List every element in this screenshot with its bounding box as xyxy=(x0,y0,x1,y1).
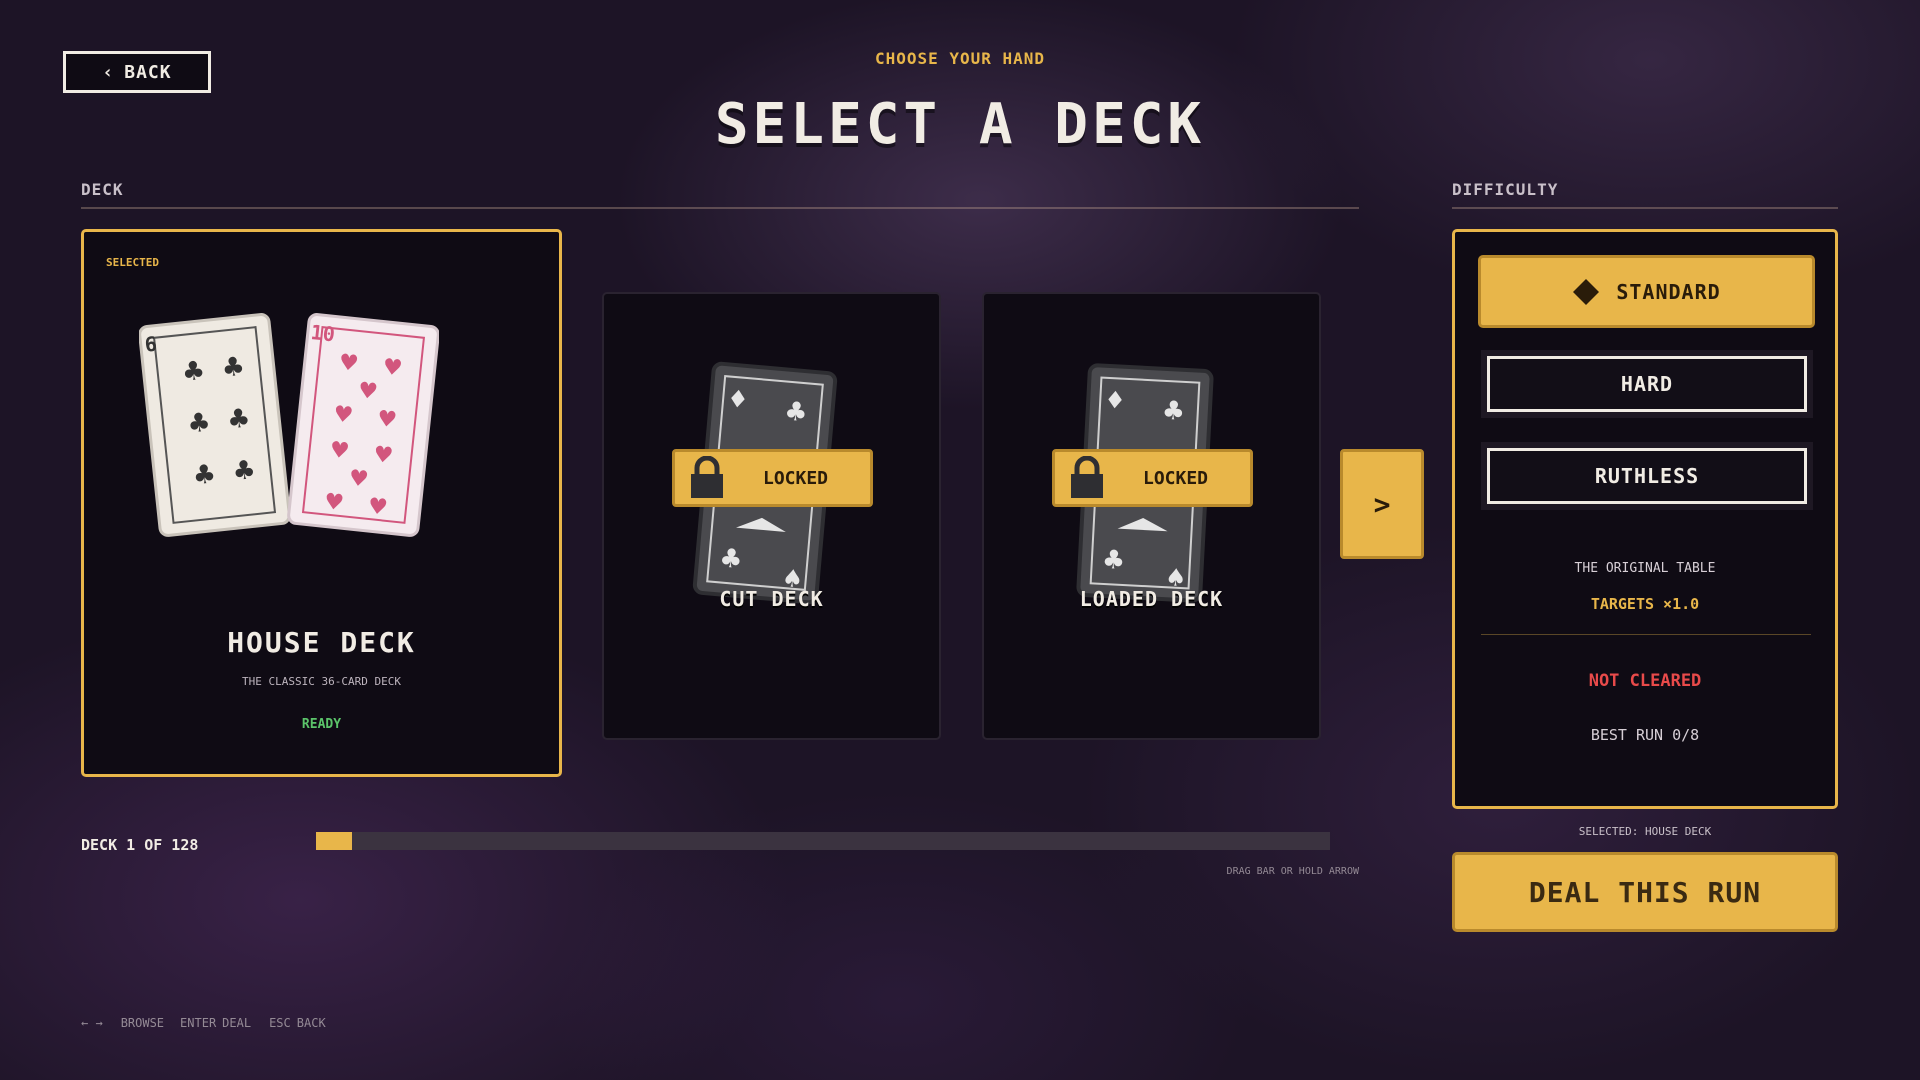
locked-label: Locked xyxy=(1142,467,1209,489)
card-left-rank: 6 xyxy=(144,332,158,357)
browse-hint: Browse xyxy=(120,1016,165,1030)
deal-hint: Deal xyxy=(222,1016,252,1030)
svg-text:♦: ♦ xyxy=(1104,386,1127,415)
svg-text:♣: ♣ xyxy=(226,403,252,435)
difficulty-hard-button[interactable]: Hard xyxy=(1487,356,1807,412)
difficulty-label: Hard xyxy=(1620,372,1674,396)
deck-section-label: Deck xyxy=(81,180,124,199)
difficulty-section-label: Difficulty xyxy=(1452,180,1559,199)
svg-text:♣: ♣ xyxy=(718,543,744,575)
svg-text:♥: ♥ xyxy=(367,494,389,521)
difficulty-ruthless-button[interactable]: Ruthless xyxy=(1487,448,1807,504)
difficulty-standard-button[interactable]: Standard xyxy=(1478,255,1815,328)
scroll-hint: Drag bar or hold arrow xyxy=(1226,866,1359,877)
next-deck-button[interactable]: > xyxy=(1340,449,1424,559)
svg-text:♥: ♥ xyxy=(357,378,379,405)
svg-text:♣: ♣ xyxy=(186,407,212,439)
selected-badge: Selected xyxy=(106,256,159,269)
svg-text:♦: ♦ xyxy=(726,384,750,414)
controls-hint: ← → Browse Enter Deal Esc Back xyxy=(81,1016,326,1030)
locked-banner: Locked xyxy=(672,449,873,507)
svg-text:♣: ♣ xyxy=(180,356,206,388)
svg-text:♣: ♣ xyxy=(1161,396,1186,427)
svg-text:♥: ♥ xyxy=(332,402,354,429)
svg-text:♥: ♥ xyxy=(376,406,398,433)
svg-text:♥: ♥ xyxy=(323,489,345,516)
difficulty-panel: Standard Hard Ruthless The original tabl… xyxy=(1452,229,1838,809)
difficulty-label: Standard xyxy=(1616,279,1721,304)
deck-scroll-bar[interactable] xyxy=(316,832,1330,850)
padlock-icon xyxy=(691,456,723,498)
deck-card-loaded[interactable]: ♦ ♣ ♣ ♠ Locked Loaded Deck xyxy=(982,292,1321,740)
deck-card-house[interactable]: Selected 6 ♣ ♣ ♣ ♣ ♣ ♣ 10 ♥ ♥ ♥ ♥ ♥ ♥ ♥ … xyxy=(81,229,562,777)
svg-text:♣: ♣ xyxy=(1101,545,1126,576)
arrow-keys-icon: ← → xyxy=(81,1016,103,1030)
deck-position-label: Deck 1 of 128 xyxy=(81,836,199,854)
clear-status: Not cleared xyxy=(1588,671,1702,691)
svg-text:♣: ♣ xyxy=(783,396,809,428)
deck-status: Ready xyxy=(301,717,342,732)
locked-label: Locked xyxy=(762,467,829,489)
deck-name: Cut Deck xyxy=(719,587,824,611)
svg-text:♥: ♥ xyxy=(381,355,403,382)
padlock-icon xyxy=(1071,456,1103,498)
locked-banner: Locked xyxy=(1052,449,1253,507)
difficulty-description: The original table xyxy=(1574,561,1716,576)
difficulty-targets: Targets ×1.0 xyxy=(1590,595,1700,613)
svg-text:♣: ♣ xyxy=(220,352,246,384)
back-hint: Back xyxy=(296,1016,326,1030)
svg-text:♣: ♣ xyxy=(231,455,257,487)
svg-text:♥: ♥ xyxy=(328,438,350,465)
deck-card-cut[interactable]: ♦ ♣ ♣ ♠ Locked Cut Deck xyxy=(602,292,941,740)
diamond-icon xyxy=(1573,278,1600,305)
selected-deck-note: Selected: House Deck xyxy=(1578,825,1712,838)
page-title: Select a Deck xyxy=(714,92,1206,157)
difficulty-divider xyxy=(1452,207,1838,209)
difficulty-inner-divider xyxy=(1481,634,1811,635)
difficulty-label: Ruthless xyxy=(1594,464,1700,488)
enter-key-hint: Enter xyxy=(180,1016,217,1030)
deck-name: House Deck xyxy=(227,626,416,659)
deal-label: Deal this run xyxy=(1528,875,1762,909)
svg-text:♥: ♥ xyxy=(348,466,370,493)
svg-text:♥: ♥ xyxy=(372,442,394,469)
deck-name: Loaded Deck xyxy=(1079,587,1224,611)
chevron-right-icon: > xyxy=(1373,487,1391,521)
svg-text:♥: ♥ xyxy=(338,350,360,377)
deck-section-divider xyxy=(81,207,1359,209)
deck-scroll-thumb[interactable] xyxy=(316,832,352,850)
esc-key-hint: Esc xyxy=(269,1016,291,1030)
deck-description: The classic 36-card deck xyxy=(242,675,401,688)
best-run: Best run 0/8 xyxy=(1590,726,1700,744)
card-right-rank: 10 xyxy=(310,320,336,346)
page-subtitle: Choose your hand xyxy=(874,49,1046,68)
playing-cards-icon: 6 ♣ ♣ ♣ ♣ ♣ ♣ 10 ♥ ♥ ♥ ♥ ♥ ♥ ♥ ♥ ♥ ♥ xyxy=(139,313,439,537)
svg-text:♣: ♣ xyxy=(191,459,217,491)
deal-run-button[interactable]: Deal this run xyxy=(1452,852,1838,932)
